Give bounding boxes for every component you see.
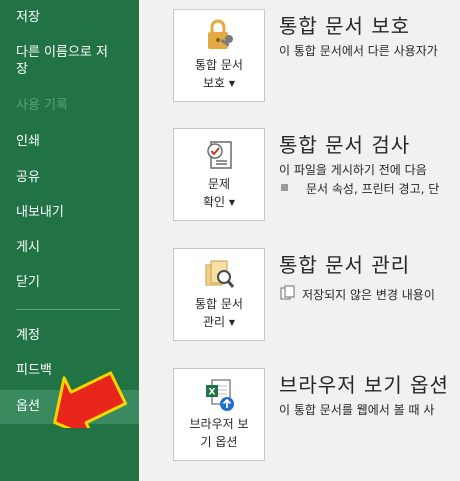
protect-title: 통합 문서 보호 <box>279 14 411 38</box>
inspect-title: 통합 문서 검사 <box>279 133 411 157</box>
inspect-bullet-text: 문서 속성, 프린터 경고, 단 <box>306 182 440 196</box>
nav-share[interactable]: 공유 <box>0 169 139 186</box>
nav-save[interactable]: 저장 <box>0 9 139 26</box>
svg-text:X: X <box>209 388 216 398</box>
nav-save-as[interactable]: 다른 이름으로 저 장 <box>0 44 139 78</box>
browser-desc: 이 통합 문서를 웹에서 볼 때 사 <box>279 403 435 417</box>
protect-label-line2: 보호 <box>202 76 226 90</box>
nav-history: 사용 기록 <box>16 98 68 113</box>
protect-label-line1: 통합 문서 <box>195 58 243 72</box>
nav-close[interactable]: 닫기 <box>0 274 139 291</box>
browser-label-line2: 기 옵션 <box>200 435 238 449</box>
lock-key-icon <box>208 19 233 49</box>
manage-desc: 저장되지 않은 변경 내용이 <box>302 288 435 302</box>
manage-title: 통합 문서 관리 <box>279 253 411 277</box>
check-issues-label-line1: 문제 <box>207 177 231 191</box>
browser-label-line1: 브라우저 보 <box>189 417 249 431</box>
protect-workbook-button[interactable]: 통합 문서 보호 ▼ <box>173 9 265 102</box>
manage-workbook-button[interactable]: 통합 문서 관리 ▼ <box>173 248 265 341</box>
nav-divider <box>16 309 120 310</box>
excel-globe-icon: X <box>206 379 234 411</box>
nav-print[interactable]: 인쇄 <box>0 133 139 150</box>
nav-export[interactable]: 내보내기 <box>0 204 139 221</box>
red-arrow-annotation <box>53 371 128 428</box>
check-issues-button[interactable]: 문제 확인 ▼ <box>173 128 265 221</box>
manage-label-line1: 통합 문서 <box>195 297 243 311</box>
nav-account[interactable]: 계정 <box>0 327 139 344</box>
browser-title: 브라우저 보기 옵션 <box>279 373 449 397</box>
protect-desc: 이 통합 문서에서 다른 사용자가 <box>279 44 438 58</box>
unsaved-docs-icon <box>280 285 295 300</box>
checklist-icon <box>207 141 232 169</box>
bullet-square-icon <box>281 184 288 191</box>
browser-view-options-button[interactable]: X 브라우저 보 기 옵션 <box>173 368 265 461</box>
caret-down-icon: ▼ <box>228 318 236 327</box>
check-issues-label-line2: 확인 <box>202 195 226 209</box>
caret-down-icon: ▼ <box>228 79 236 88</box>
manage-label-line2: 관리 <box>202 315 226 329</box>
caret-down-icon: ▼ <box>228 198 236 207</box>
nav-publish[interactable]: 게시 <box>0 239 139 256</box>
document-search-icon <box>205 260 235 288</box>
inspect-desc: 이 파일을 게시하기 전에 다음 <box>279 163 427 177</box>
